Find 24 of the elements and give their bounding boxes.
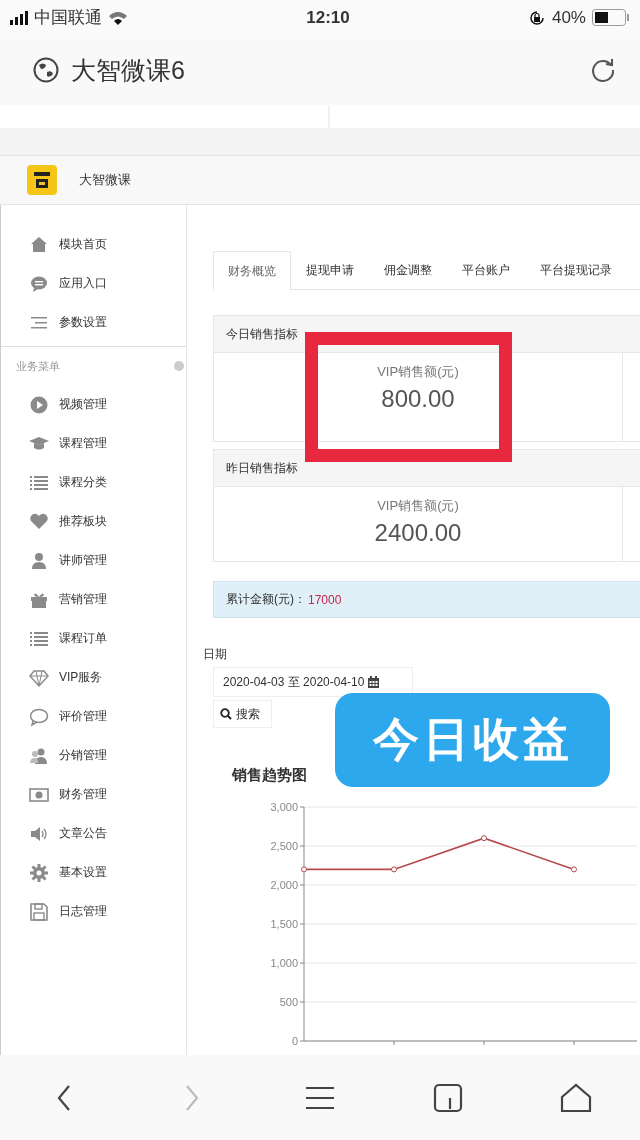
total-value: 17000 — [308, 592, 342, 607]
total-label: 累计金额(元)： — [226, 591, 306, 608]
axis-label: 2,000 — [270, 879, 298, 891]
axis-label: 1,000 — [270, 957, 298, 969]
stat-value: 800.00 — [381, 385, 455, 413]
axis-label: 1,500 — [270, 918, 298, 930]
axis-label: 2,500 — [270, 840, 298, 852]
stat-label: VIP销售额(元) — [377, 497, 459, 515]
page-title: 大智微课6 — [71, 54, 186, 86]
stat-value: 2400.00 — [374, 519, 462, 547]
axis-label: 0 — [291, 1035, 298, 1047]
chart-title: 销售趋势图 — [232, 766, 308, 785]
clock-time: 12:10 — [306, 7, 350, 28]
axis-label: 3,000 — [270, 801, 298, 813]
panel-title: 昨日销售指标 — [226, 459, 298, 477]
date-label: 日期 — [203, 646, 228, 663]
section-heading: 业务菜单 — [16, 358, 60, 374]
panel-title: 今日销售指标 — [226, 325, 298, 343]
carrier-name: 中国联通 — [34, 7, 102, 29]
stat-label: VIP销售额(元) — [377, 363, 459, 381]
caption-label: 今日收益 — [335, 693, 610, 787]
battery-percent: 40% — [551, 7, 586, 28]
axis-label: 500 — [279, 996, 298, 1008]
app-name: 大智微课 — [79, 171, 131, 189]
